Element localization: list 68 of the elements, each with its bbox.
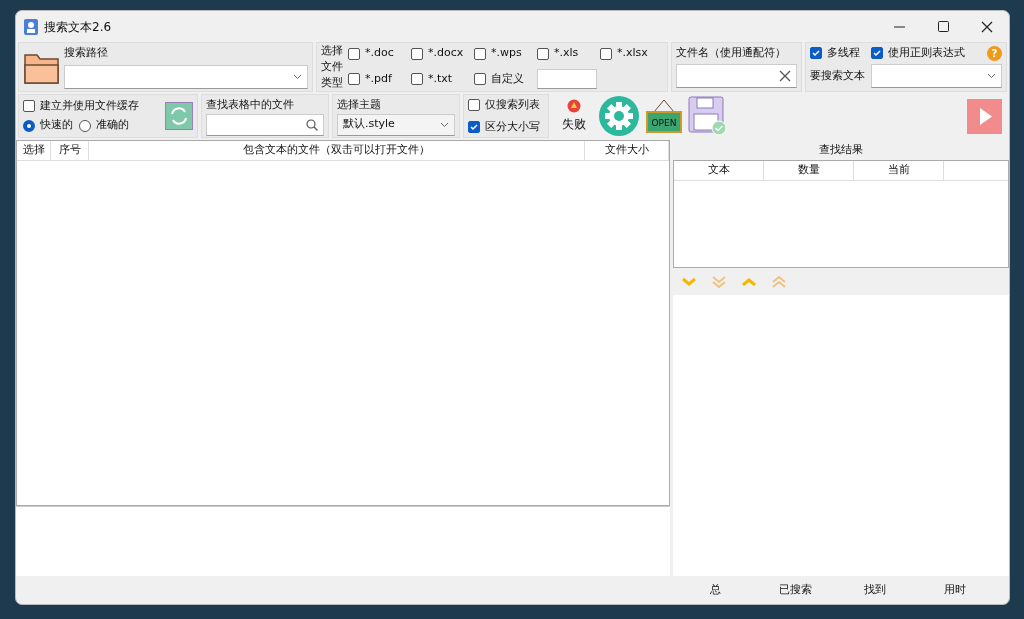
checkbox[interactable] — [474, 72, 486, 85]
cache-checkbox[interactable]: 建立并使用文件缓存 — [23, 98, 165, 115]
file-type-checkbox[interactable]: *.wps — [474, 45, 537, 62]
refresh-icon[interactable] — [165, 102, 193, 130]
column-header: 当前 — [854, 161, 944, 180]
status-label: 总 — [708, 581, 722, 598]
minimize-icon[interactable] — [893, 25, 905, 28]
filename-label: 文件名（使用通配符） — [676, 45, 787, 61]
close-icon[interactable] — [981, 20, 993, 33]
checkbox[interactable] — [537, 47, 549, 60]
checkbox[interactable] — [411, 47, 423, 60]
theme-dropdown[interactable]: 默认.style — [337, 113, 455, 136]
column-header: 文本 — [674, 161, 764, 180]
checkbox[interactable] — [411, 72, 423, 85]
status-label: 已搜索 — [777, 581, 813, 598]
table-search-label: 查找表格中的文件 — [206, 97, 295, 113]
save-icon[interactable] — [687, 96, 728, 136]
chevron-icon — [293, 73, 302, 80]
checkbox[interactable] — [348, 72, 360, 85]
checkbox[interactable] — [810, 47, 822, 60]
warning-icon — [566, 99, 581, 113]
radio-button[interactable] — [23, 119, 35, 132]
checkbox[interactable] — [600, 47, 612, 60]
window-title: 搜索文本2.6 — [44, 18, 112, 36]
column-header: 序号 — [51, 141, 89, 160]
chevron-icon — [987, 73, 996, 80]
mode-radio[interactable]: 准确的 — [78, 117, 129, 134]
theme-label: 选择主题 — [337, 97, 382, 113]
search-icon[interactable] — [306, 118, 318, 131]
file-type-checkbox[interactable]: *.xls — [537, 45, 600, 62]
option-checkbox[interactable]: 使用正则表达式 — [871, 45, 965, 62]
checkbox[interactable] — [23, 100, 35, 113]
path-dropdown[interactable] — [63, 64, 308, 89]
checkbox[interactable] — [468, 99, 480, 111]
status-label: 用时 — [943, 581, 967, 598]
mode-radio[interactable]: 快速的 — [23, 117, 73, 134]
radio-button[interactable] — [78, 119, 91, 132]
search-text-dropdown[interactable] — [870, 64, 1002, 89]
filter-checkbox[interactable]: 仅搜索列表 — [468, 96, 544, 114]
fail-status: 失败 — [561, 115, 586, 133]
column-header: 文件大小 — [585, 141, 669, 160]
file-type-label: 选择文件类型 — [321, 43, 344, 91]
table-search-field[interactable] — [206, 113, 324, 136]
checkbox[interactable] — [871, 47, 883, 60]
checkbox[interactable] — [348, 47, 360, 60]
chevron-icon — [440, 121, 449, 128]
maximize-icon[interactable] — [937, 21, 949, 32]
status-label: 找到 — [863, 581, 887, 598]
custom-type-field[interactable] — [537, 68, 597, 89]
results-title: 查找结果 — [818, 142, 864, 158]
checkbox[interactable] — [474, 47, 486, 60]
filename-field[interactable] — [676, 64, 797, 89]
file-type-checkbox[interactable]: *.txt — [411, 70, 474, 87]
custom-type-checkbox[interactable]: 自定义 — [474, 70, 537, 87]
search-text-label: 要搜索文本 — [810, 68, 865, 84]
file-type-checkbox[interactable]: *.doc — [348, 45, 411, 62]
app-icon — [24, 18, 38, 35]
path-label: 搜索路径 — [63, 45, 109, 62]
file-type-checkbox[interactable]: *.docx — [411, 45, 474, 62]
checkbox[interactable] — [468, 121, 480, 133]
option-checkbox[interactable]: 多线程 — [810, 45, 860, 62]
column-header: 包含文本的文件（双击可以打开文件） — [89, 141, 585, 160]
file-type-checkbox[interactable]: *.xlsx — [600, 45, 663, 62]
file-type-checkbox[interactable]: *.pdf — [348, 70, 411, 87]
column-header: 数量 — [764, 161, 854, 180]
filter-checkbox[interactable]: 区分大小写 — [468, 118, 544, 136]
clear-icon[interactable] — [779, 70, 791, 83]
column-header: 选择 — [17, 141, 51, 160]
